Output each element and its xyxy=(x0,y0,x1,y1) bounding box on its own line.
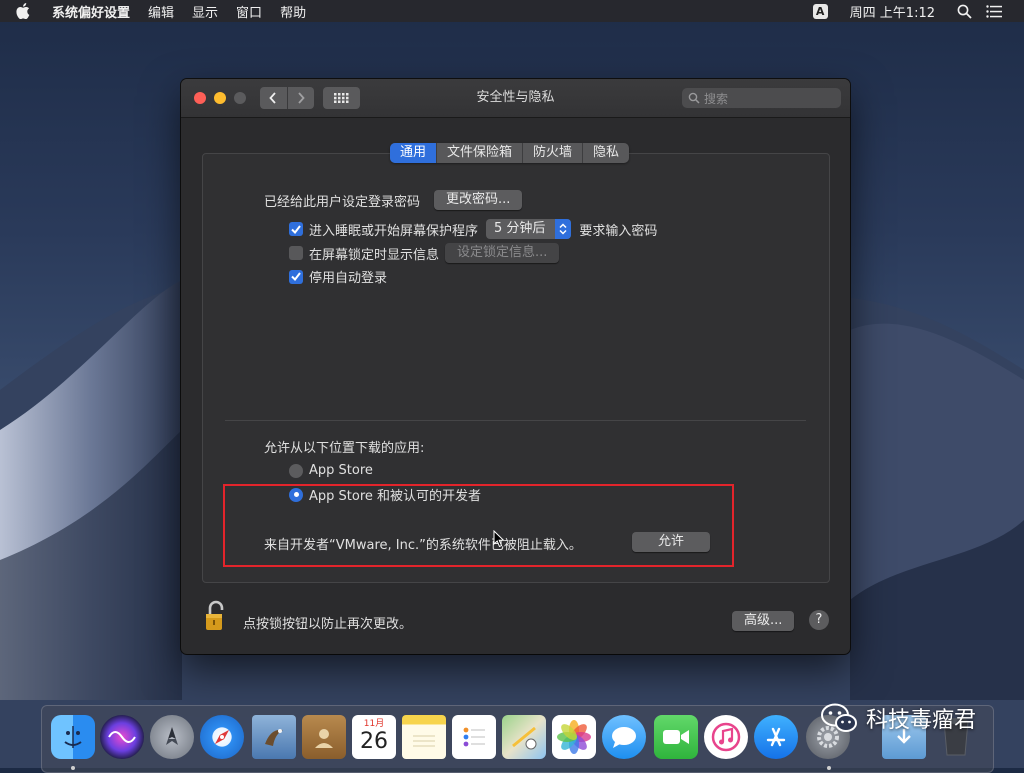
tab-firewall[interactable]: 防火墙 xyxy=(523,143,584,163)
appstore-icon[interactable] xyxy=(754,715,798,759)
mail-icon[interactable] xyxy=(252,715,296,759)
back-button[interactable] xyxy=(260,87,288,109)
menu-bar: 系统偏好设置 编辑 显示 窗口 帮助 A 周四 上午1:12 xyxy=(0,0,1024,22)
search-field[interactable]: 搜索 xyxy=(682,88,841,108)
disable-auto-login-label: 停用自动登录 xyxy=(309,271,388,286)
facetime-icon[interactable] xyxy=(654,715,698,759)
require-password-checkbox[interactable] xyxy=(289,222,303,236)
menu-window[interactable]: 窗口 xyxy=(236,2,262,21)
search-placeholder: 搜索 xyxy=(704,91,729,106)
calendar-day: 26 xyxy=(360,729,388,754)
menu-view[interactable]: 显示 xyxy=(192,2,218,21)
reminders-icon[interactable] xyxy=(452,715,496,759)
change-password-button[interactable]: 更改密码... xyxy=(434,190,523,210)
finder-icon[interactable] xyxy=(51,715,95,759)
radio-app-store-row: App Store xyxy=(289,463,373,478)
launchpad-icon[interactable] xyxy=(150,715,194,759)
allow-apps-heading-row: 允许从以下位置下载的应用: xyxy=(264,437,424,456)
advanced-button-wrap: 高级... xyxy=(732,611,795,631)
safari-icon[interactable] xyxy=(200,715,244,759)
search-icon xyxy=(688,92,700,104)
input-source-icon[interactable]: A xyxy=(812,3,828,19)
watermark-text: 科技毒瘤君 xyxy=(866,708,977,733)
siri-icon[interactable] xyxy=(100,715,144,759)
chevron-left-icon xyxy=(269,92,276,104)
grid-icon xyxy=(334,93,349,103)
lock-message-label: 在屏幕锁定时显示信息 xyxy=(309,247,440,263)
photos-icon[interactable] xyxy=(552,715,596,759)
disable-auto-login-checkbox[interactable] xyxy=(289,269,303,284)
checkmark-icon xyxy=(291,272,301,281)
password-delay-popup[interactable]: 5 分钟后 xyxy=(486,219,572,239)
tab-privacy[interactable]: 隐私 xyxy=(583,143,629,163)
running-indicator xyxy=(827,766,831,770)
messages-icon[interactable] xyxy=(602,715,646,759)
menu-edit[interactable]: 编辑 xyxy=(148,2,174,21)
mouse-cursor-icon xyxy=(493,529,505,552)
itunes-icon[interactable] xyxy=(704,715,748,759)
allow-apps-label: 允许从以下位置下载的应用: xyxy=(264,441,425,456)
tab-filevault[interactable]: 文件保险箱 xyxy=(437,143,524,163)
set-lock-message-button[interactable]: 设定锁定信息... xyxy=(445,243,560,263)
maps-icon[interactable] xyxy=(502,715,546,759)
lock-hint-row: 点按锁按钮以防止再次更改。 xyxy=(243,613,412,632)
require-password-label: 进入睡眠或开始屏幕保护程序 xyxy=(309,223,479,239)
chevron-updown-icon xyxy=(555,219,572,239)
contacts-icon[interactable] xyxy=(302,715,346,759)
forward-button[interactable] xyxy=(288,87,315,109)
title-bar: 安全性与隐私 搜索 xyxy=(181,79,850,118)
checkmark-icon xyxy=(291,224,301,234)
notification-center-icon[interactable] xyxy=(986,4,1002,18)
password-row: 已经给此用户设定登录密码 更改密码... xyxy=(264,190,523,210)
tab-bar: 通用 文件保险箱 防火墙 隐私 xyxy=(390,143,630,163)
lock-button[interactable] xyxy=(205,600,227,632)
tab-general[interactable]: 通用 xyxy=(390,143,438,163)
radio-app-store[interactable] xyxy=(289,463,303,478)
menu-app-name[interactable]: 系统偏好设置 xyxy=(52,2,130,21)
calendar-icon[interactable]: 11月 26 xyxy=(352,715,396,759)
apple-menu-icon[interactable] xyxy=(16,3,38,19)
require-password-suffix: 要求输入密码 xyxy=(579,223,658,239)
password-status-label: 已经给此用户设定登录密码 xyxy=(264,194,421,210)
spotlight-icon[interactable] xyxy=(957,4,972,19)
chevron-right-icon xyxy=(298,92,305,104)
notes-icon[interactable] xyxy=(402,715,446,759)
show-all-button[interactable] xyxy=(323,87,360,109)
watermark: 科技毒瘤君 xyxy=(820,702,976,734)
menu-help[interactable]: 帮助 xyxy=(280,2,306,21)
security-privacy-window: 安全性与隐私 搜索 通用 文件保险箱 防火墙 隐私 已经给此用户设定登录密码 更… xyxy=(181,79,850,654)
menu-clock[interactable]: 周四 上午1:12 xyxy=(850,2,935,21)
password-delay-value: 5 分钟后 xyxy=(494,221,546,236)
section-divider xyxy=(225,420,806,421)
wechat-icon xyxy=(820,702,858,734)
unlocked-padlock-icon xyxy=(206,600,224,630)
lock-message-row: 在屏幕锁定时显示信息 设定锁定信息... xyxy=(289,243,560,263)
radio-app-store-label: App Store xyxy=(309,463,373,478)
advanced-button[interactable]: 高级... xyxy=(732,611,795,631)
running-indicator xyxy=(71,766,75,770)
calendar-month: 11月 xyxy=(363,719,385,729)
highlight-box xyxy=(223,484,734,567)
auto-login-row: 停用自动登录 xyxy=(289,267,387,286)
help-button[interactable]: ? xyxy=(809,610,829,630)
lock-message-checkbox[interactable] xyxy=(289,246,303,260)
require-password-row: 进入睡眠或开始屏幕保护程序 5 分钟后 要求输入密码 xyxy=(289,219,657,239)
lock-hint-text: 点按锁按钮以防止再次更改。 xyxy=(243,617,413,632)
back-forward-control xyxy=(260,87,314,109)
